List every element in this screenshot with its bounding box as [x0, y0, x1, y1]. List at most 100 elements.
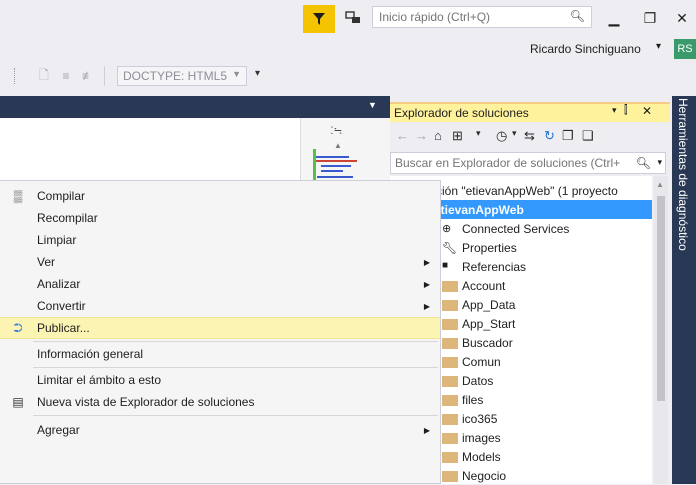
quick-launch-input[interactable]	[379, 10, 564, 24]
menu-item-label: Analizar	[37, 277, 81, 291]
menu-item-label: Ver	[37, 255, 56, 269]
split-window-icon[interactable]: ː⨫	[330, 121, 342, 138]
show-all-files-icon[interactable]: ❑	[582, 128, 594, 144]
minimap-line	[321, 165, 351, 167]
menu-item-limpiar[interactable]: Limpiar	[0, 229, 440, 251]
refresh-icon[interactable]: ↻	[544, 128, 555, 144]
menu-item-label: Convertir	[37, 299, 86, 313]
submenu-arrow-icon: ▶	[423, 301, 430, 311]
menu-item-convertir[interactable]: Convertir ▶	[0, 295, 440, 317]
minimap-line	[321, 170, 343, 172]
tree-item-label: App_Start	[462, 316, 516, 331]
folder-icon	[442, 433, 458, 444]
tree-item-label: images	[462, 430, 501, 445]
new-view-icon: ▤	[12, 395, 24, 409]
menu-item-label: Publicar...	[37, 321, 90, 335]
toolbar-grip[interactable]	[14, 68, 16, 84]
doctype-select[interactable]: DOCTYPE: HTML5 ▼	[117, 66, 247, 86]
diagnostics-tab[interactable]: Herramientas de diagnóstico	[676, 98, 690, 251]
quick-launch-box[interactable]: 🔍︎	[372, 6, 592, 28]
tree-item-label: Solución "etievanAppWeb" (1 proyecto	[412, 183, 618, 198]
folder-icon	[442, 452, 458, 463]
tree-item-label: Buscador	[462, 335, 513, 350]
chevron-down-icon[interactable]: ▾	[656, 41, 661, 52]
menu-item-label: Información general	[37, 347, 144, 361]
forward-icon[interactable]: →	[415, 128, 428, 143]
close-button[interactable]: ✕	[668, 6, 696, 30]
scrollbar-thumb[interactable]	[657, 196, 665, 401]
menu-item-agregar[interactable]: Agregar ▶	[0, 419, 440, 441]
menu-item-label: Limpiar	[37, 233, 77, 247]
scroll-up-icon[interactable]: ▲	[656, 180, 664, 189]
menu-separator	[33, 415, 438, 416]
tree-item-label: ico365	[462, 411, 498, 426]
menu-separator	[33, 341, 438, 342]
folder-icon	[442, 319, 458, 330]
tree-item-label: Comun	[462, 354, 501, 369]
page-icon[interactable]: 🗋︎	[36, 68, 52, 84]
tree-item-label: Datos	[462, 373, 494, 388]
menu-item-publicar[interactable]: ⮊ Publicar...	[0, 317, 440, 339]
menu-item-limitar-ambito[interactable]: Limitar el ámbito a esto	[0, 369, 440, 391]
solution-explorer-title: Explorador de soluciones	[394, 106, 529, 120]
sync-icon[interactable]: ⇆	[524, 128, 535, 144]
connected-services-icon: ⊕	[442, 222, 452, 235]
chevron-down-icon[interactable]: ▾	[612, 105, 617, 116]
tree-item-label: Account	[462, 278, 506, 293]
submenu-arrow-icon: ▶	[423, 257, 430, 267]
submenu-arrow-icon: ▶	[423, 279, 430, 289]
submenu-arrow-icon: ▶	[423, 425, 430, 435]
solution-explorer-search[interactable]: 🔍︎ ▾	[390, 152, 666, 174]
feedback-icon[interactable]	[343, 8, 363, 28]
menu-separator	[33, 367, 438, 368]
folder-icon	[442, 395, 458, 406]
menu-item-label: Limitar el ámbito a esto	[37, 373, 162, 387]
folder-icon	[442, 300, 458, 311]
back-icon[interactable]: ←	[396, 128, 409, 143]
menu-item-informacion-general[interactable]: Información general	[0, 343, 440, 365]
menu-item-ver[interactable]: Ver ▶	[0, 251, 440, 273]
home-icon[interactable]: ⌂	[434, 128, 442, 143]
chevron-down-icon[interactable]: ▾	[657, 157, 662, 168]
folder-icon	[442, 357, 458, 368]
folder-icon	[442, 338, 458, 349]
search-icon: 🔍︎	[635, 156, 651, 170]
filter-icon[interactable]	[303, 5, 335, 33]
editor-tab-band	[0, 96, 390, 118]
toolbar-separator	[104, 66, 105, 86]
search-icon: 🔍︎	[569, 9, 585, 23]
chevron-down-icon[interactable]: ▾	[476, 128, 481, 139]
sync-view-icon[interactable]: ⊞	[452, 128, 463, 144]
minimap-line	[315, 160, 357, 162]
menu-item-compilar[interactable]: ▒ Compilar	[0, 185, 440, 207]
menu-item-recompilar[interactable]: Recompilar	[0, 207, 440, 229]
restore-button[interactable]: ❐	[636, 6, 664, 30]
menu-item-label: Nueva vista de Explorador de soluciones	[37, 395, 255, 409]
references-icon: ■	[442, 259, 449, 271]
comment-icon[interactable]: ≡	[58, 68, 74, 84]
tree-item-label: Negocio	[462, 468, 507, 483]
close-icon[interactable]: ✕	[642, 104, 652, 118]
menu-item-label: Agregar	[37, 423, 80, 437]
tree-item-label: App_Data	[462, 297, 516, 312]
tree-item-label: Models	[462, 449, 501, 464]
minimize-button[interactable]: ▁	[600, 6, 628, 30]
chevron-down-icon[interactable]: ▾	[512, 128, 517, 139]
chevron-down-icon: ▼	[232, 69, 241, 79]
menu-item-nueva-vista[interactable]: ▤ Nueva vista de Explorador de solucione…	[0, 391, 440, 413]
folder-icon	[442, 281, 458, 292]
solution-search-input[interactable]	[395, 156, 625, 170]
scroll-up-icon[interactable]: ▲	[334, 141, 342, 150]
uncomment-icon[interactable]: ≢	[80, 68, 96, 84]
collapse-all-icon[interactable]: ❐	[562, 128, 574, 144]
user-name[interactable]: Ricardo Sinchiguano	[530, 42, 641, 56]
pin-icon[interactable]: ⫿	[624, 104, 628, 117]
menu-item-analizar[interactable]: Analizar ▶	[0, 273, 440, 295]
toolbar-overflow-icon[interactable]: ▾	[255, 68, 260, 79]
avatar[interactable]: RS	[674, 39, 696, 59]
pending-changes-icon[interactable]: ◷	[496, 128, 507, 144]
build-icon: ▒	[13, 189, 23, 203]
menu-item-label: Compilar	[37, 189, 86, 203]
tab-menu-icon[interactable]: ▼	[368, 100, 377, 110]
minimap-line	[317, 176, 353, 178]
